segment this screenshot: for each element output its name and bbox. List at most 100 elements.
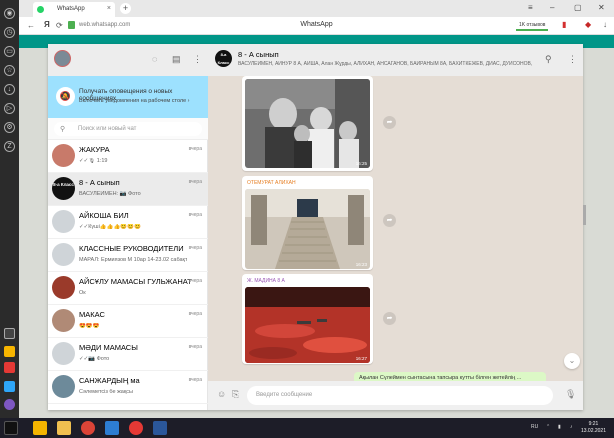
folder-icon[interactable] — [57, 421, 71, 435]
chat-preview: ✓✓📷 Фото — [79, 356, 110, 362]
yandex-browser-icon[interactable] — [129, 421, 143, 435]
search-bar: ⚲ Поиск или новый чат — [48, 118, 208, 140]
chat-list-item[interactable]: МАКАС 😍😍😍 вчера — [48, 305, 208, 338]
taskbar: RU ⌃ ▮ ♪ 9:21 13.02.2021 — [0, 418, 614, 438]
chat-list-item[interactable]: ЖАКУРА ✓✓🎙 1:19 вчера — [48, 140, 208, 173]
chat-name: САНЖАРДЫҢ ма — [79, 376, 140, 385]
conversation-panel: 8-а Класс 8 - А сынып ВАСУЛЕЙМЕН, АЙНУР … — [208, 44, 583, 410]
notification-link[interactable]: Включить уведомления на рабочем столе › — [79, 98, 190, 104]
media-icon[interactable] — [33, 421, 47, 435]
chrome-icon[interactable] — [81, 421, 95, 435]
menu-dots-icon[interactable]: ⋮ — [193, 54, 202, 65]
chat-preview: ✓✓🎙 1:19 — [79, 158, 108, 164]
bell-off-icon: 🔕 — [56, 87, 75, 106]
chat-name: КЛАССНЫЕ РУКОВОДИТЕЛИ — [79, 244, 184, 253]
word-icon[interactable] — [153, 421, 167, 435]
reviews-badge[interactable]: 1K отзывов — [516, 20, 549, 31]
music-icon[interactable] — [4, 381, 15, 392]
minimize-icon[interactable]: – — [550, 3, 554, 12]
address-bar: ← Я ⟳ web.whatsapp.com WhatsApp 1K отзыв… — [19, 17, 614, 35]
conversation-header[interactable]: 8-а Класс 8 - А сынып ВАСУЛЕЙМЕН, АЙНУР … — [208, 44, 583, 76]
history-icon[interactable]: ◷ — [4, 27, 15, 38]
chat-avatar[interactable] — [52, 144, 75, 167]
close-window-icon[interactable]: ✕ — [598, 3, 605, 12]
chat-avatar[interactable] — [52, 342, 75, 365]
zen-icon[interactable]: Z — [4, 141, 15, 152]
new-chat-icon[interactable]: ▤ — [172, 54, 181, 65]
message-input[interactable]: Введите сообщение — [256, 392, 312, 398]
chat-avatar[interactable] — [52, 210, 75, 233]
alice-icon[interactable]: ◉ — [4, 8, 15, 19]
tab-whatsapp[interactable]: WhatsApp × — [33, 2, 115, 17]
sender-name[interactable]: ОТЕМУРАТ АЛИХАН — [247, 180, 370, 186]
menu-icon[interactable]: ≡ — [528, 3, 533, 12]
bookmark-icon[interactable]: ▮ — [562, 20, 566, 29]
chat-name: ЖАКУРА — [79, 145, 110, 154]
status-icon[interactable]: ◌ — [152, 54, 157, 64]
chat-time: вчера — [188, 278, 202, 284]
message-bubble[interactable]: ОТЕМУРАТ АЛИХАН 16:23 — [242, 176, 373, 270]
chat-avatar[interactable] — [52, 276, 75, 299]
keyboard-language[interactable]: RU — [531, 424, 538, 430]
notification-banner[interactable]: 🔕 Получать оповещения о новых сообщениях… — [48, 76, 208, 118]
attach-icon[interactable]: ⎘ — [232, 389, 239, 400]
message-bubble[interactable]: Ж. МАДИНА 8 А 16:27 — [242, 274, 373, 364]
mail-icon[interactable] — [4, 346, 15, 357]
emoji-icon[interactable]: ☺ — [217, 389, 226, 399]
search-messages-icon[interactable]: ⚲ — [545, 54, 552, 65]
scroll-down-button[interactable]: ⌄ — [564, 353, 580, 369]
message-bubble[interactable]: 16:25 — [242, 76, 373, 171]
whatsapp-app: ◌ ▤ ⋮ 🔕 Получать оповещения о новых сооб… — [48, 44, 583, 410]
outgoing-message[interactable]: Ақылан Сүлеймен сынтасына тапсыра кутты … — [354, 372, 546, 381]
chat-time: вчера — [188, 344, 202, 350]
protect-icon[interactable]: ◆ — [585, 20, 591, 29]
page-scrollbar[interactable] — [583, 205, 586, 225]
chat-list-item[interactable]: АЙКОША БИЛ ✓✓Күші👍👍👍😊😊😊 вчера — [48, 206, 208, 239]
download-icon[interactable]: ↓ — [603, 20, 607, 29]
downloads-icon[interactable]: ↓ — [4, 84, 15, 95]
ie-icon[interactable] — [105, 421, 119, 435]
forward-icon[interactable]: ➦ — [383, 214, 396, 227]
alice-voice-icon[interactable] — [4, 399, 15, 410]
conversation-menu-icon[interactable]: ⋮ — [568, 54, 577, 65]
maximize-icon[interactable]: ▢ — [574, 3, 582, 12]
chat-avatar[interactable] — [52, 309, 75, 332]
microphone-icon[interactable]: 🎙 — [565, 389, 576, 400]
network-icon[interactable]: ▮ — [558, 424, 561, 430]
tray-arrow-icon[interactable]: ⌃ — [546, 424, 550, 430]
group-avatar[interactable]: 8-а Класс — [215, 50, 232, 67]
chat-list-item[interactable]: КЛАССНЫЕ РУКОВОДИТЕЛИ МАРАЛ: Ермиязов М 1… — [48, 239, 208, 272]
chat-list-item[interactable]: МӘДИ МАМАСЫ ✓✓📷 Фото вчера — [48, 338, 208, 371]
start-icon[interactable] — [4, 421, 18, 435]
chat-list-item[interactable]: АЙСҰЛУ МАМАСЫ ГУЛЬЖАНАТ Ок вчера — [48, 272, 208, 305]
settings-icon[interactable]: ⚙ — [4, 122, 15, 133]
photo-field[interactable]: 16:27 — [245, 287, 370, 363]
sender-name[interactable]: Ж. МАДИНА 8 А — [247, 278, 370, 284]
tab-bar: WhatsApp × + ≡ – ▢ ✕ — [19, 0, 614, 17]
calc-icon[interactable] — [4, 328, 15, 339]
close-tab-icon[interactable]: × — [107, 5, 111, 12]
photo-stairs[interactable]: 16:23 — [245, 189, 370, 269]
chat-avatar[interactable] — [52, 243, 75, 266]
clock[interactable]: 9:21 13.02.2021 — [581, 421, 606, 435]
profile-avatar[interactable] — [54, 50, 71, 67]
conversation-title[interactable]: 8 - А сынып — [238, 50, 279, 59]
search-input[interactable]: Поиск или новый чат — [78, 126, 136, 132]
forward-icon[interactable]: ➦ — [383, 116, 396, 129]
collections-icon[interactable]: ▭ — [4, 46, 15, 57]
forward-icon[interactable]: ➦ — [383, 312, 396, 325]
chat-preview: Сәлеметсіз бе жақсы — [79, 389, 133, 395]
chat-name: АЙСҰЛУ МАМАСЫ ГУЛЬЖАНАТ — [79, 277, 192, 286]
chat-avatar[interactable] — [52, 375, 75, 398]
add-icon[interactable] — [4, 362, 15, 373]
chat-list-item[interactable]: САНЖАРДЫҢ ма Сәлеметсіз бе жақсы вчера — [48, 371, 208, 404]
sidebar-header: ◌ ▤ ⋮ — [48, 44, 208, 76]
play-icon[interactable]: ▷ — [4, 103, 15, 114]
volume-icon[interactable]: ♪ — [570, 424, 573, 430]
new-tab-button[interactable]: + — [120, 3, 131, 14]
whatsapp-favicon-icon — [37, 6, 44, 13]
photo-family[interactable]: 16:25 — [245, 79, 370, 168]
chat-list-item[interactable]: 8-а Класс 8 - А сынып ВАСУЛЕЙМЕН: 📷 Фото вч… — [48, 173, 208, 206]
chat-avatar[interactable]: 8-а Класс — [52, 177, 75, 200]
favorites-icon[interactable]: ☆ — [4, 65, 15, 76]
